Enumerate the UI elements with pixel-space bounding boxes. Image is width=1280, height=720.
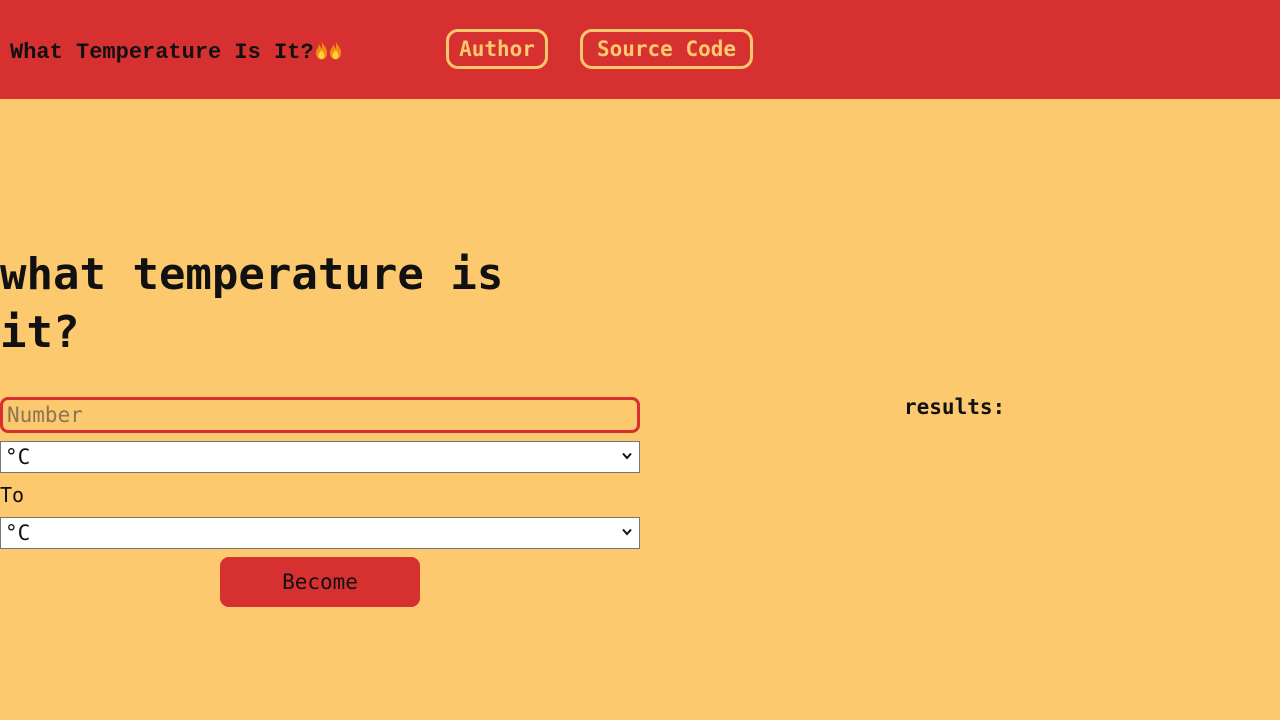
site-title: What Temperature Is It?: [10, 38, 342, 68]
site-title-text: What Temperature Is It?: [10, 40, 314, 65]
from-unit-value: °C: [5, 445, 31, 469]
author-button[interactable]: Author: [446, 29, 548, 69]
number-input[interactable]: [0, 397, 640, 433]
chevron-down-icon: [622, 452, 632, 460]
to-label: To: [0, 483, 25, 507]
from-unit-select[interactable]: °C: [0, 441, 640, 473]
to-unit-value: °C: [5, 521, 31, 545]
site-header: What Temperature Is It? Author Source Co…: [0, 0, 1280, 99]
fire-icon: [315, 40, 327, 60]
become-button[interactable]: Become: [220, 557, 420, 607]
fire-icon: [329, 40, 341, 60]
chevron-down-icon: [622, 528, 632, 536]
page-title: what temperature is it?: [0, 249, 504, 358]
to-unit-select[interactable]: °C: [0, 517, 640, 549]
source-code-button[interactable]: Source Code: [580, 29, 753, 69]
results-label: results:: [904, 395, 1006, 419]
